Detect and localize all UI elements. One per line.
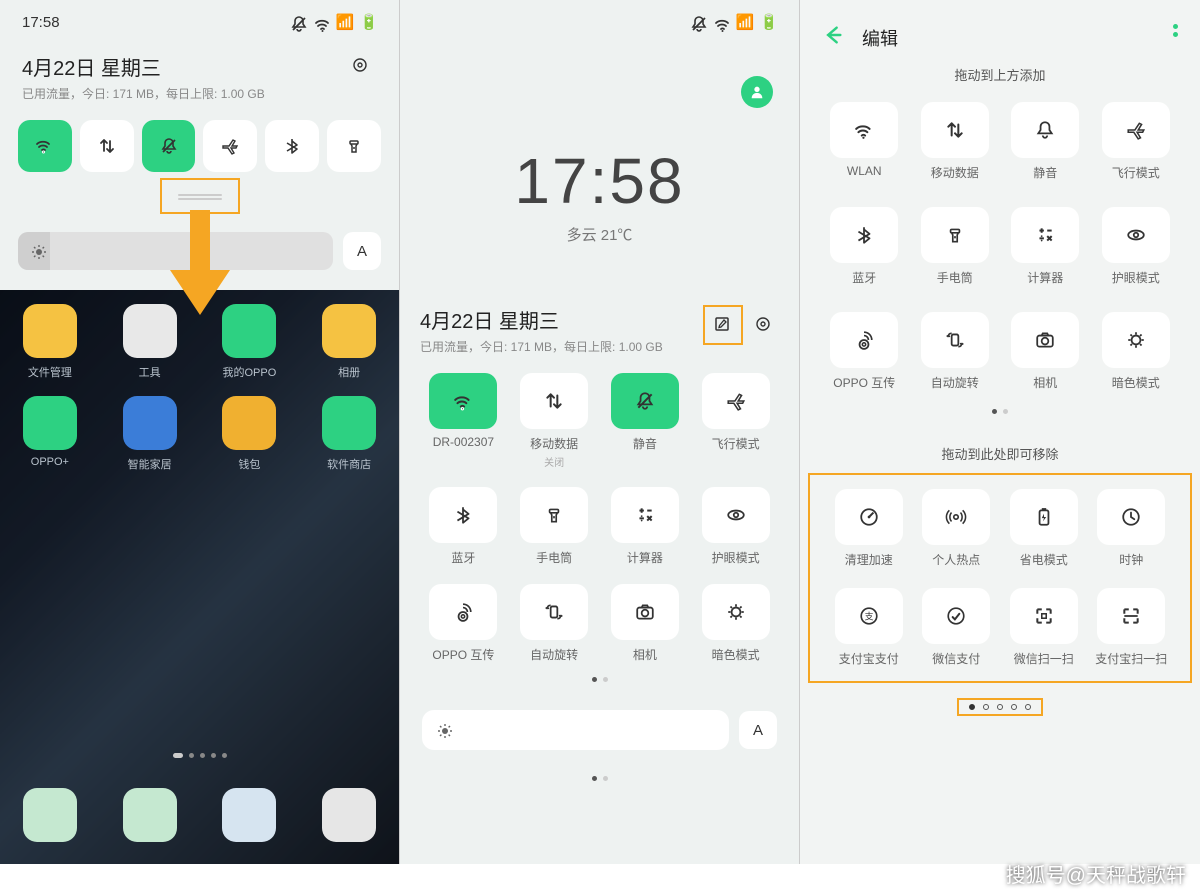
screen-2-full-panel: 📶 🔋 17:58 多云 21℃ 4月22日 星期三 已用流量，今日: 171 …	[400, 0, 800, 864]
dock-camera[interactable]	[312, 788, 386, 848]
status-bar: 📶 🔋	[400, 0, 799, 44]
tile-s2-1[interactable]: 移动数据关闭	[515, 373, 594, 469]
dock-browser[interactable]	[212, 788, 286, 848]
brightness-slider[interactable]	[422, 710, 729, 750]
tile-bluetooth[interactable]	[265, 120, 319, 172]
dock-phone[interactable]	[13, 788, 87, 848]
tile-s3bot-6[interactable]: 微信扫一扫	[1007, 588, 1081, 667]
home-page-indicator	[0, 753, 399, 758]
tile-s3top-1[interactable]: 移动数据	[917, 102, 994, 181]
screen-1-partial-panel: 17:58 📶 🔋 4月22日 星期三 已用流量，今日: 171 MB，每日上限…	[0, 0, 400, 864]
tile-s2-3[interactable]: 飞行模式	[696, 373, 775, 469]
remove-section-label: 拖动到此处即可移除	[800, 444, 1200, 463]
tile-s3top-9[interactable]: 自动旋转	[917, 312, 994, 391]
annotation-arrow-down	[170, 210, 230, 325]
tile-airplane[interactable]	[203, 120, 257, 172]
tile-s2-7[interactable]: 护眼模式	[696, 487, 775, 566]
tile-s2-2[interactable]: 静音	[606, 373, 685, 469]
tile-s2-5[interactable]: 手电筒	[515, 487, 594, 566]
settings-button[interactable]	[749, 310, 779, 340]
panel-usage: 已用流量，今日: 171 MB，每日上限: 1.00 GB	[420, 338, 663, 355]
tile-s3top-2[interactable]: 静音	[1007, 102, 1084, 181]
screen-3-edit: 编辑 拖动到上方添加 WLAN 移动数据 静音 飞行模式 蓝牙 手电筒 计算器 …	[800, 0, 1200, 864]
wifi-icon	[313, 14, 329, 30]
tile-s2-0[interactable]: DR-002307	[424, 373, 503, 469]
tile-s3bot-0[interactable]: 清理加速	[832, 489, 906, 568]
settings-button[interactable]	[347, 52, 377, 82]
tile-s3bot-7[interactable]: 支付宝扫一扫	[1095, 588, 1169, 667]
remove-area-highlight: 清理加速 个人热点 省电模式 时钟 支付宝支付 微信支付 微信扫一扫 支付宝扫一…	[808, 473, 1192, 683]
signal-icon: 📶	[337, 14, 353, 30]
tile-mute[interactable]	[142, 120, 196, 172]
tile-s2-8[interactable]: OPPO 互传	[424, 584, 503, 663]
battery-icon: 🔋	[361, 14, 377, 30]
panel-usage: 已用流量，今日: 171 MB，每日上限: 1.00 GB	[22, 85, 265, 102]
add-section-label: 拖动到上方添加	[800, 65, 1200, 84]
tile-s3bot-1[interactable]: 个人热点	[920, 489, 994, 568]
edit-tiles-button-highlight[interactable]	[703, 305, 743, 345]
tile-flashlight[interactable]	[327, 120, 381, 172]
tile-s3top-4[interactable]: 蓝牙	[826, 207, 903, 286]
tile-s3top-11[interactable]: 暗色模式	[1098, 312, 1175, 391]
tile-s2-9[interactable]: 自动旋转	[515, 584, 594, 663]
app-相册[interactable]: 相册	[312, 304, 386, 380]
lock-clock: 17:58	[400, 144, 799, 218]
tile-s3top-10[interactable]: 相机	[1007, 312, 1084, 391]
tile-s3top-6[interactable]: 计算器	[1007, 207, 1084, 286]
tile-s3top-5[interactable]: 手电筒	[917, 207, 994, 286]
tile-s2-10[interactable]: 相机	[606, 584, 685, 663]
profile-button[interactable]	[741, 76, 773, 108]
dnd-icon	[289, 14, 305, 30]
status-bar: 17:58 📶 🔋	[0, 0, 399, 44]
dock-messages[interactable]	[113, 788, 187, 848]
tile-s3top-7[interactable]: 护眼模式	[1098, 207, 1175, 286]
tile-s3bot-5[interactable]: 微信支付	[920, 588, 994, 667]
wifi-icon	[713, 14, 729, 30]
back-button[interactable]	[822, 24, 844, 51]
app-文件管理[interactable]: 文件管理	[13, 304, 87, 380]
lock-weather: 多云 21℃	[400, 224, 799, 245]
top-page-indicator	[800, 409, 1200, 414]
app-钱包[interactable]: 钱包	[212, 396, 286, 472]
page-title: 编辑	[862, 25, 898, 51]
app-OPPO+[interactable]: OPPO+	[13, 396, 87, 472]
tile-s2-6[interactable]: 计算器	[606, 487, 685, 566]
tile-s3bot-2[interactable]: 省电模式	[1007, 489, 1081, 568]
dnd-icon	[689, 14, 705, 30]
panel-date: 4月22日 星期三	[22, 52, 265, 81]
app-软件商店[interactable]: 软件商店	[312, 396, 386, 472]
watermark: 搜狐号@天秤战歌轩	[1006, 859, 1186, 888]
tile-s3top-3[interactable]: 飞行模式	[1098, 102, 1175, 181]
auto-brightness-button[interactable]: A	[343, 232, 381, 270]
panel-date: 4月22日 星期三	[420, 305, 663, 334]
tile-wifi[interactable]	[18, 120, 72, 172]
auto-brightness-button[interactable]: A	[739, 711, 777, 749]
tile-s3top-0[interactable]: WLAN	[826, 102, 903, 181]
more-menu-button[interactable]	[1173, 24, 1178, 37]
status-time: 17:58	[22, 14, 60, 31]
signal-icon: 📶	[737, 14, 753, 30]
tile-data[interactable]	[80, 120, 134, 172]
tile-s2-11[interactable]: 暗色模式	[696, 584, 775, 663]
tile-s2-4[interactable]: 蓝牙	[424, 487, 503, 566]
drag-handle-highlight[interactable]	[160, 178, 240, 214]
tile-s3bot-4[interactable]: 支付宝支付	[832, 588, 906, 667]
tile-s3top-8[interactable]: OPPO 互传	[826, 312, 903, 391]
app-智能家居[interactable]: 智能家居	[113, 396, 187, 472]
tile-s3bot-3[interactable]: 时钟	[1095, 489, 1169, 568]
panel-page-indicator	[400, 776, 799, 781]
bottom-page-indicator-highlight	[957, 698, 1043, 716]
battery-icon: 🔋	[761, 14, 777, 30]
dock	[0, 788, 399, 848]
